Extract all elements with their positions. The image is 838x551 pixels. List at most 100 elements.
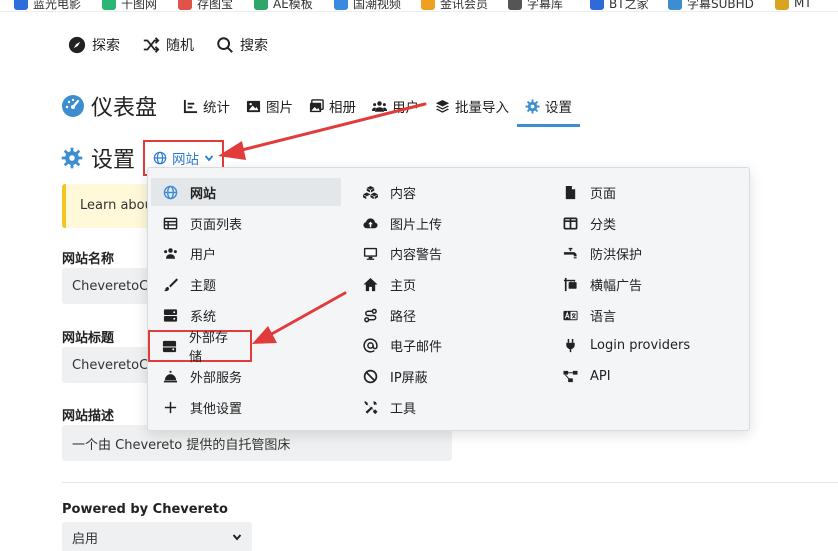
cloud-upload-icon	[363, 217, 378, 228]
bookmark-item[interactable]: 字幕库	[508, 0, 563, 11]
tab-images[interactable]: 图片	[238, 86, 301, 126]
tools-icon	[364, 400, 378, 414]
menu-item-image-upload[interactable]: 图片上传	[351, 209, 541, 237]
image-icon	[246, 100, 261, 112]
menu-item-routes[interactable]: 路径	[351, 301, 541, 329]
compass-icon	[68, 36, 86, 54]
server-icon	[163, 308, 178, 322]
bookmark-icon	[590, 0, 604, 10]
bookmark-icon	[421, 0, 435, 10]
search-icon	[217, 37, 233, 53]
route-icon	[364, 308, 377, 322]
users-icon	[164, 247, 177, 259]
menu-item-system[interactable]: 系统	[151, 301, 341, 329]
bookmark-icon	[14, 0, 28, 10]
bookmark-item[interactable]: 千图网	[102, 0, 157, 11]
bookmark-icon	[254, 0, 268, 10]
menu-item-content[interactable]: 内容	[351, 178, 541, 206]
bookmark-item[interactable]: 金讯会员	[421, 0, 488, 11]
tab-albums[interactable]: 相册	[301, 86, 364, 126]
tab-bulk-import[interactable]: 批量导入	[427, 86, 517, 126]
settings-title: 设置	[91, 148, 136, 173]
bookmark-icon	[102, 0, 116, 10]
random-link[interactable]: 随机	[142, 35, 194, 55]
bookmark-icon	[334, 0, 348, 10]
shuffle-icon	[143, 37, 160, 53]
section-divider	[62, 482, 838, 483]
explore-link[interactable]: 探索	[68, 35, 120, 55]
globe-icon	[153, 151, 167, 165]
top-nav: 探索 随机 搜索	[68, 34, 290, 56]
site-description-label: 网站描述	[62, 409, 115, 424]
language-icon	[563, 310, 578, 320]
table-icon	[163, 217, 178, 229]
sign-icon	[563, 277, 577, 291]
ban-icon	[363, 369, 378, 383]
menu-item-login-providers[interactable]: Login providers	[551, 331, 741, 359]
menu-item-categories[interactable]: 分类	[551, 209, 741, 237]
bookmark-item[interactable]: 字幕SUBHD	[668, 0, 754, 11]
bookmark-item[interactable]: 存图宝	[178, 0, 233, 11]
faucet-icon	[563, 247, 577, 258]
menu-item-other-settings[interactable]: 其他设置	[151, 393, 341, 421]
menu-item-api[interactable]: API	[551, 362, 741, 390]
chart-bar-icon	[183, 99, 198, 113]
bookmark-item[interactable]: AE模板	[254, 0, 313, 11]
powered-by-label: Powered by Chevereto	[62, 502, 228, 517]
bookmark-icon	[178, 0, 192, 10]
chevron-down-icon	[204, 155, 214, 162]
cubes-icon	[363, 185, 378, 199]
bookmark-item[interactable]: MT	[775, 0, 812, 11]
at-icon	[363, 337, 378, 353]
dashboard-gauge-icon	[62, 95, 84, 117]
site-title-label: 网站标题	[62, 331, 115, 346]
menu-item-email[interactable]: 电子邮件	[351, 331, 541, 359]
paintbrush-icon	[163, 277, 178, 291]
menu-item-homepage[interactable]: 主页	[351, 270, 541, 298]
menu-item-external-services[interactable]: 外部服务	[151, 362, 341, 390]
layer-group-icon	[435, 99, 450, 113]
home-icon	[363, 277, 378, 291]
menu-item-users[interactable]: 用户	[151, 239, 341, 267]
menu-item-content-warning[interactable]: 内容警告	[351, 239, 541, 267]
tab-stats[interactable]: 统计	[175, 86, 238, 126]
menu-item-banner-ads[interactable]: 横幅广告	[551, 270, 741, 298]
tab-settings[interactable]: 设置	[517, 86, 581, 127]
bookmark-icon	[508, 0, 522, 10]
desktop-icon	[363, 247, 378, 260]
search-link[interactable]: 搜索	[216, 35, 268, 55]
gear-icon	[61, 147, 83, 169]
menu-item-ip-ban[interactable]: IP屏蔽	[351, 362, 541, 390]
globe-icon	[163, 185, 178, 199]
menu-item-pages[interactable]: 页面	[551, 178, 741, 206]
chevron-down-icon	[232, 534, 242, 541]
hard-drive-icon	[162, 340, 177, 352]
powered-by-select[interactable]: 启用	[62, 522, 252, 551]
images-icon	[309, 98, 324, 112]
dashboard-header: 仪表盘 统计 图片 相册 用户 批量导入 设置	[61, 86, 581, 127]
menu-item-tools[interactable]: 工具	[351, 393, 541, 421]
bookmark-item[interactable]: BT之家	[590, 0, 649, 11]
menu-item-flood-protection[interactable]: 防洪保护	[551, 239, 741, 267]
users-icon	[372, 100, 388, 112]
project-diagram-icon	[563, 370, 578, 382]
menu-item-website[interactable]: 网站	[151, 178, 341, 206]
site-name-label: 网站名称	[62, 252, 115, 267]
menu-item-external-storage[interactable]: 外部存储	[148, 330, 252, 365]
dashboard-title[interactable]: 仪表盘	[61, 90, 157, 122]
bookmark-icon	[668, 0, 682, 10]
bookmark-item[interactable]: 国潮视频	[334, 0, 401, 11]
bookmark-icon	[775, 0, 789, 10]
concierge-bell-icon	[163, 370, 178, 382]
bookmarks-bar: 蓝光电影 千图网 存图宝 AE模板 国潮视频 金讯会员 字幕库 BT之家 字幕S…	[0, 0, 838, 12]
tab-users[interactable]: 用户	[364, 86, 427, 126]
menu-item-page-list[interactable]: 页面列表	[151, 209, 341, 237]
columns-icon	[563, 217, 578, 229]
menu-item-language[interactable]: 语言	[551, 301, 741, 329]
settings-section-menu: 网站 页面列表 用户 主题 系统 外部存储 外部服务 其他设置 内容 图片上传 …	[147, 167, 750, 431]
menu-item-theme[interactable]: 主题	[151, 270, 341, 298]
plug-icon	[566, 338, 575, 352]
bookmark-item[interactable]: 蓝光电影	[14, 0, 81, 11]
gear-icon	[525, 98, 540, 114]
file-icon	[565, 185, 576, 199]
